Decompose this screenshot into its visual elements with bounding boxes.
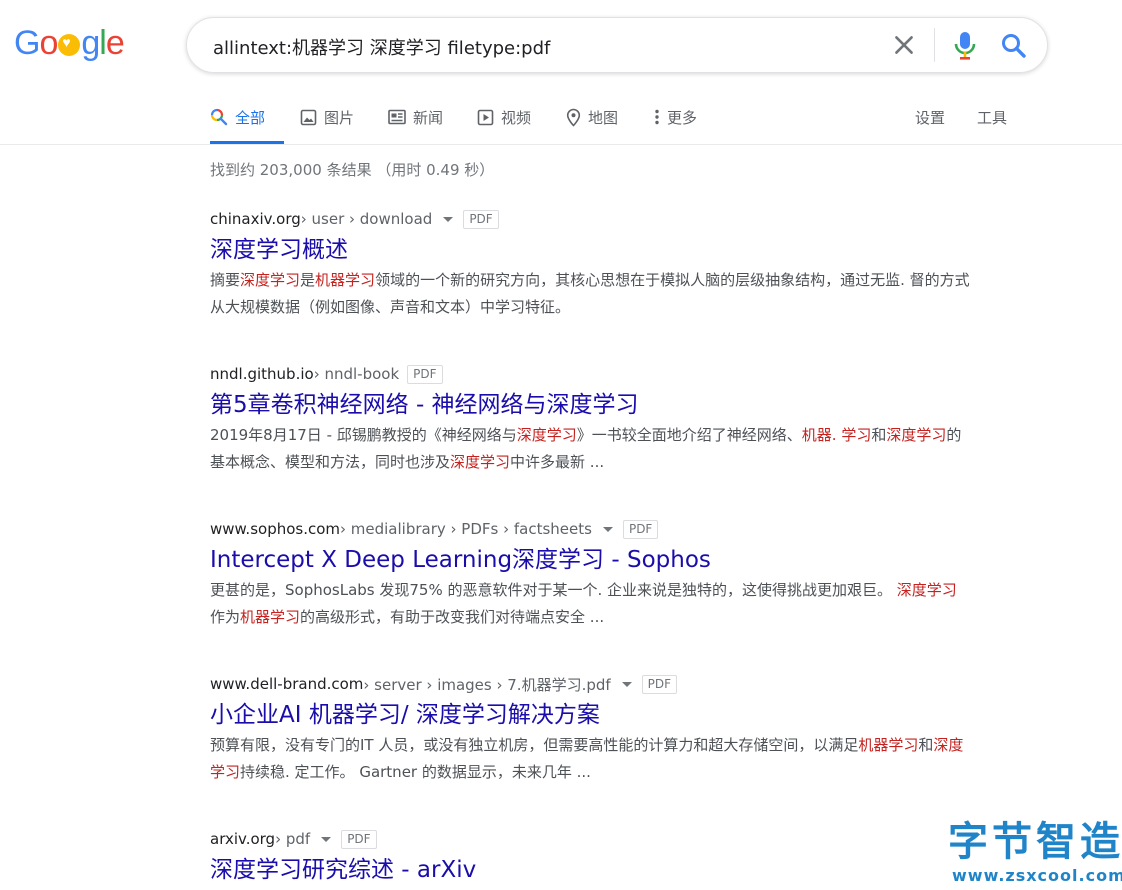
result-title[interactable]: 第5章卷积神经网络 - 神经网络与深度学习 xyxy=(210,390,970,420)
pdf-badge: PDF xyxy=(341,829,377,849)
result-path: › pdf xyxy=(275,830,311,848)
snippet-text: 是 xyxy=(300,271,316,289)
search-icon xyxy=(210,108,228,126)
snippet-text: 2019年8月17日 - 邱锡鹏教授的《神经网络与 xyxy=(210,426,517,444)
result-snippet: 更甚的是，SophosLabs 发现75% 的恶意软件对于某一个. 企业来说是独… xyxy=(210,577,970,631)
search-divider xyxy=(934,28,935,62)
result-title[interactable]: Intercept X Deep Learning深度学习 - Sophos xyxy=(210,545,970,575)
tab-news[interactable]: 新闻 xyxy=(388,96,443,144)
search-result: chinaxiv.org › user › download PDF 深度学习概… xyxy=(210,208,970,321)
logo-letter: o xyxy=(39,24,58,62)
newspaper-icon xyxy=(388,109,406,125)
search-result: nndl.github.io › nndl-book PDF 第5章卷积神经网络… xyxy=(210,363,970,476)
pdf-badge: PDF xyxy=(641,674,678,694)
microphone-icon[interactable] xyxy=(954,31,976,61)
result-url[interactable]: www.dell-brand.com › server › images › 7… xyxy=(210,673,970,695)
more-vert-icon xyxy=(655,109,659,125)
chevron-down-icon[interactable] xyxy=(621,681,632,687)
highlighted-term: 深度学习 xyxy=(450,453,511,471)
search-tabs: 全部 图片 新闻 视频 地图 更多 设置 工具 xyxy=(0,96,1122,145)
result-title[interactable]: 小企业AI 机器学习/ 深度学习解决方案 xyxy=(210,700,970,730)
result-title[interactable]: 深度学习概述 xyxy=(210,235,970,265)
snippet-text: 》一书较全面地介绍了神经网络、 xyxy=(576,426,802,444)
logo-letter: G xyxy=(14,24,40,62)
snippet-text: 和 xyxy=(871,426,887,444)
tab-all[interactable]: 全部 xyxy=(210,96,284,144)
highlighted-term: 深度学习 xyxy=(240,271,301,289)
location-pin-icon xyxy=(566,108,581,127)
result-snippet: 摘要深度学习是机器学习领域的一个新的研究方向，其核心思想在于模拟人脑的层级抽象结… xyxy=(210,267,970,321)
result-snippet: 2019年8月17日 - 邱锡鹏教授的《神经网络与深度学习》一书较全面地介绍了神… xyxy=(210,422,970,476)
snippet-text: 持续稳. 定工作。 Gartner 的数据显示，未来几年 ... xyxy=(240,763,591,781)
result-domain: www.sophos.com xyxy=(210,520,341,538)
tab-label: 新闻 xyxy=(413,108,444,127)
highlighted-term: 机器. 学习 xyxy=(801,426,872,444)
result-path: › server › images › 7.机器学习.pdf xyxy=(363,675,611,694)
result-url[interactable]: nndl.github.io › nndl-book PDF xyxy=(210,363,970,385)
tab-tools[interactable]: 工具 xyxy=(977,96,1007,144)
logo-letter: e xyxy=(105,24,125,62)
result-stats: 找到约 203,000 条结果 （用时 0.49 秒） xyxy=(210,161,495,179)
highlighted-term: 深度学习 xyxy=(886,426,947,444)
tab-images[interactable]: 图片 xyxy=(300,96,354,144)
image-icon xyxy=(300,109,317,125)
snippet-text: 的高级形式，有助于改变我们对待端点安全 ... xyxy=(300,608,605,626)
result-path: › medialibrary › PDFs › factsheets xyxy=(340,520,592,538)
result-domain: www.dell-brand.com xyxy=(210,675,364,693)
snippet-text: 摘要 xyxy=(210,271,241,289)
highlighted-term: 机器学习 xyxy=(315,271,376,289)
tab-label: 工具 xyxy=(977,108,1008,127)
highlighted-term: 深度学习 xyxy=(516,426,577,444)
tab-label: 更多 xyxy=(667,108,698,127)
highlighted-term: 机器学习 xyxy=(858,736,919,754)
result-url[interactable]: www.sophos.com › medialibrary › PDFs › f… xyxy=(210,518,970,540)
result-title[interactable]: 深度学习研究综述 - arXiv xyxy=(210,855,970,885)
snippet-text: 作为 xyxy=(210,608,241,626)
search-icon[interactable] xyxy=(1000,32,1028,60)
snippet-text: 和 xyxy=(918,736,934,754)
tab-label: 图片 xyxy=(324,108,355,127)
chevron-down-icon[interactable] xyxy=(443,216,454,222)
search-result: www.dell-brand.com › server › images › 7… xyxy=(210,673,970,786)
pdf-badge: PDF xyxy=(622,519,659,539)
highlighted-term: 机器学习 xyxy=(240,608,301,626)
google-logo[interactable]: Gogle xyxy=(14,24,125,62)
tab-more[interactable]: 更多 xyxy=(654,96,697,144)
result-snippet: 预算有限，没有专门的IT 人员，或没有独立机房，但需要高性能的计算力和超大存储空… xyxy=(210,732,970,786)
search-input[interactable] xyxy=(211,32,855,62)
search-box xyxy=(186,17,1048,73)
chevron-down-icon[interactable] xyxy=(321,836,332,842)
result-domain: chinaxiv.org xyxy=(210,210,301,228)
highlighted-term: 深度学习 xyxy=(896,581,957,599)
result-url[interactable]: arxiv.org › pdf PDF xyxy=(210,828,970,850)
pdf-badge: PDF xyxy=(463,209,499,229)
tab-settings[interactable]: 设置 xyxy=(915,96,945,144)
result-url[interactable]: chinaxiv.org › user › download PDF xyxy=(210,208,970,230)
tab-label: 地图 xyxy=(588,108,619,127)
heart-doodle-icon xyxy=(58,34,81,56)
logo-letter: g xyxy=(81,24,100,62)
video-icon xyxy=(477,109,494,125)
tab-label: 全部 xyxy=(235,108,266,127)
watermark-logo: 字节智造 www.zsxcool.com xyxy=(944,818,1122,888)
snippet-text: 预算有限，没有专门的IT 人员，或没有独立机房，但需要高性能的计算力和超大存储空… xyxy=(210,736,859,754)
result-domain: nndl.github.io xyxy=(210,365,314,383)
clear-icon[interactable] xyxy=(891,32,917,58)
snippet-text: 中许多最新 ... xyxy=(510,453,605,471)
tab-label: 设置 xyxy=(915,108,946,127)
search-result: arxiv.org › pdf PDF 深度学习研究综述 - arXiv xyxy=(210,828,970,885)
result-domain: arxiv.org xyxy=(210,830,276,848)
watermark-text: 字节智造 xyxy=(948,819,1122,865)
snippet-text: 更甚的是，SophosLabs 发现75% 的恶意软件对于某一个. 企业来说是独… xyxy=(210,581,897,599)
tab-videos[interactable]: 视频 xyxy=(477,96,531,144)
tab-label: 视频 xyxy=(501,108,532,127)
chevron-down-icon[interactable] xyxy=(602,526,613,532)
result-path: › nndl-book xyxy=(313,365,400,383)
result-path: › user › download xyxy=(300,210,433,228)
search-result: www.sophos.com › medialibrary › PDFs › f… xyxy=(210,518,970,631)
tab-maps[interactable]: 地图 xyxy=(566,96,618,144)
watermark-url: www.zsxcool.com xyxy=(952,866,1122,885)
pdf-badge: PDF xyxy=(407,364,443,384)
